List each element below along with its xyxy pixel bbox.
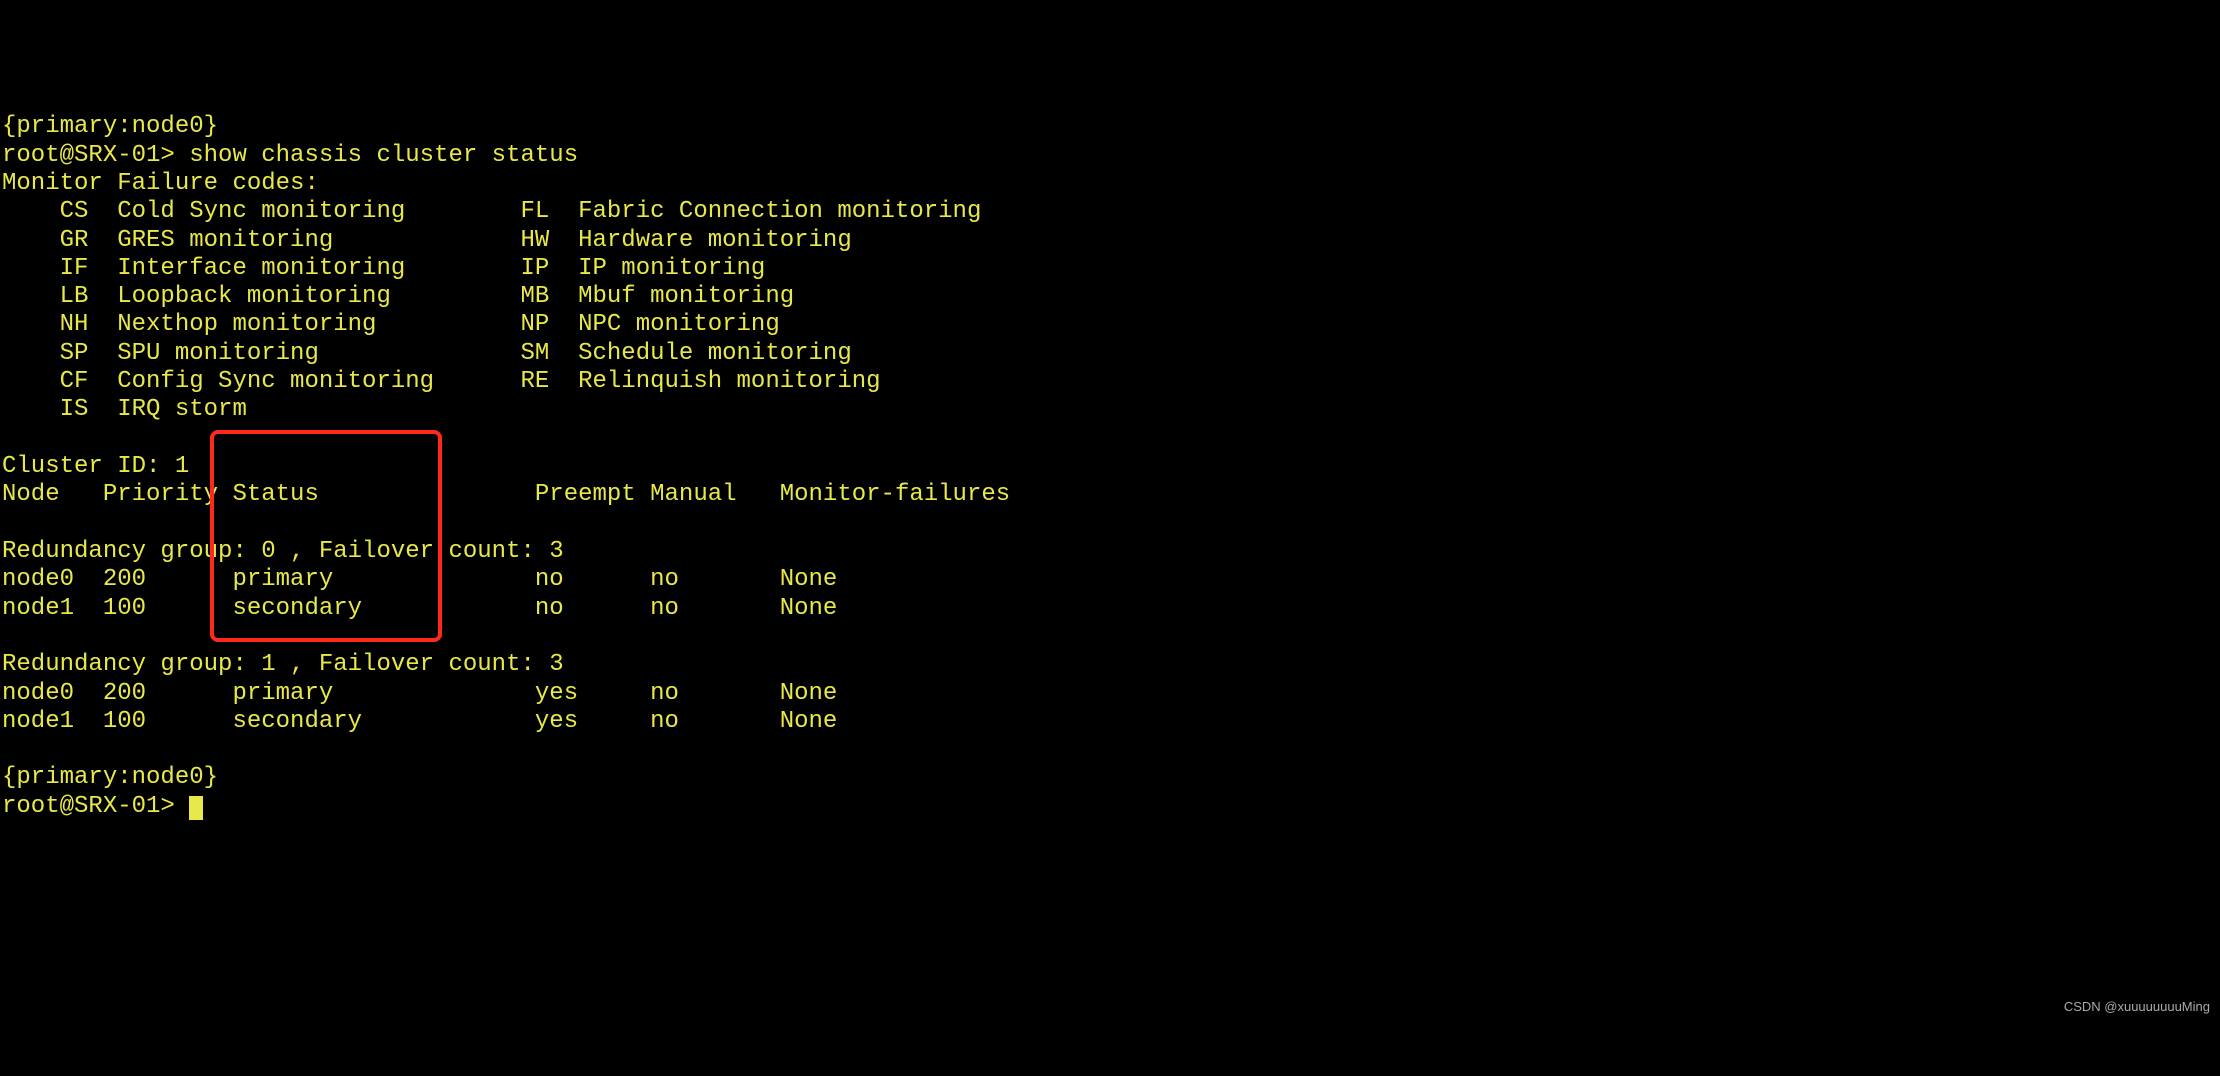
shell-prompt: root@SRX-01> [2,793,189,820]
column-headers: Node Priority Status Preempt Manual Moni… [2,481,1010,508]
code-row: NH Nexthop monitoring NP NPC monitoring [2,311,780,338]
table-row: node0 200 primary no no None [2,566,837,593]
table-row: node0 200 primary yes no None [2,680,837,707]
table-row: node1 100 secondary no no None [2,595,837,622]
command-text: show chassis cluster status [189,142,578,169]
code-row: SP SPU monitoring SM Schedule monitoring [2,340,852,367]
cluster-id: Cluster ID: 1 [2,453,189,480]
shell-prompt: root@SRX-01> [2,142,189,169]
failure-codes-header: Monitor Failure codes: [2,170,319,197]
table-row: node1 100 secondary yes no None [2,708,837,735]
code-row: LB Loopback monitoring MB Mbuf monitorin… [2,283,794,310]
code-row: GR GRES monitoring HW Hardware monitorin… [2,227,852,254]
watermark-text: CSDN @xuuuuuuuuMing [2064,999,2210,1014]
code-row: CS Cold Sync monitoring FL Fabric Connec… [2,198,981,225]
context-line: {primary:node0} [2,764,218,791]
terminal-output[interactable]: {primary:node0} root@SRX-01> show chassi… [0,113,2220,821]
rg1-header: Redundancy group: 1 , Failover count: 3 [2,651,564,678]
code-row: IF Interface monitoring IP IP monitoring [2,255,765,282]
context-line: {primary:node0} [2,113,218,140]
cursor [189,796,203,820]
code-row: IS IRQ storm [2,396,247,423]
code-row: CF Config Sync monitoring RE Relinquish … [2,368,881,395]
rg0-header: Redundancy group: 0 , Failover count: 3 [2,538,564,565]
